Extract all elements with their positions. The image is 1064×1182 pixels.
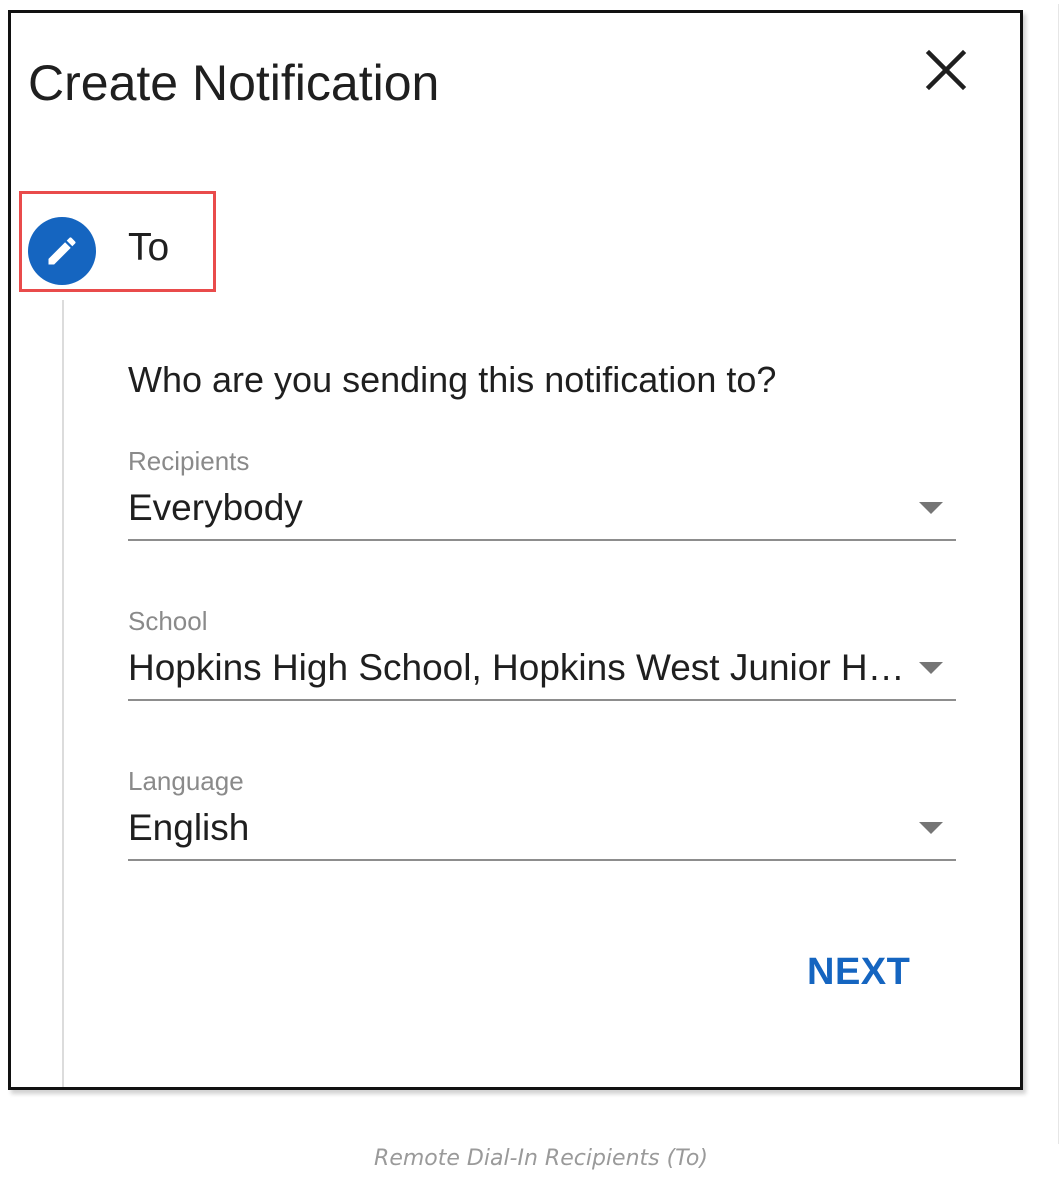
recipients-question: Who are you sending this notification to… [128,359,777,400]
close-button[interactable] [919,43,973,97]
dialog-title: Create Notification [28,55,440,111]
close-icon [925,49,967,91]
recipients-select[interactable]: Recipients Everybody [128,445,956,555]
create-notification-dialog: Create Notification To Who are you sendi… [8,10,1023,1090]
language-label: Language [128,766,244,796]
recipients-underline [128,539,956,541]
recipients-label: Recipients [128,446,250,476]
chevron-down-icon[interactable] [917,500,945,516]
pencil-icon [48,237,76,265]
chevron-down-icon[interactable] [917,820,945,836]
school-value: Hopkins High School, Hopkins West Junior… [128,647,908,688]
step-edit-indicator [28,217,96,285]
next-button[interactable]: NEXT [807,949,910,995]
step-connector-line [62,300,64,1087]
language-select[interactable]: Language English [128,765,956,875]
language-value: English [128,807,250,848]
image-caption: Remote Dial-In Recipients (To) [374,1146,708,1171]
recipients-value: Everybody [128,487,303,528]
chevron-down-icon[interactable] [917,660,945,676]
school-underline [128,699,956,701]
school-select[interactable]: School Hopkins High School, Hopkins West… [128,605,956,715]
step-label-to: To [128,226,170,269]
school-label: School [128,606,208,636]
language-underline [128,859,956,861]
